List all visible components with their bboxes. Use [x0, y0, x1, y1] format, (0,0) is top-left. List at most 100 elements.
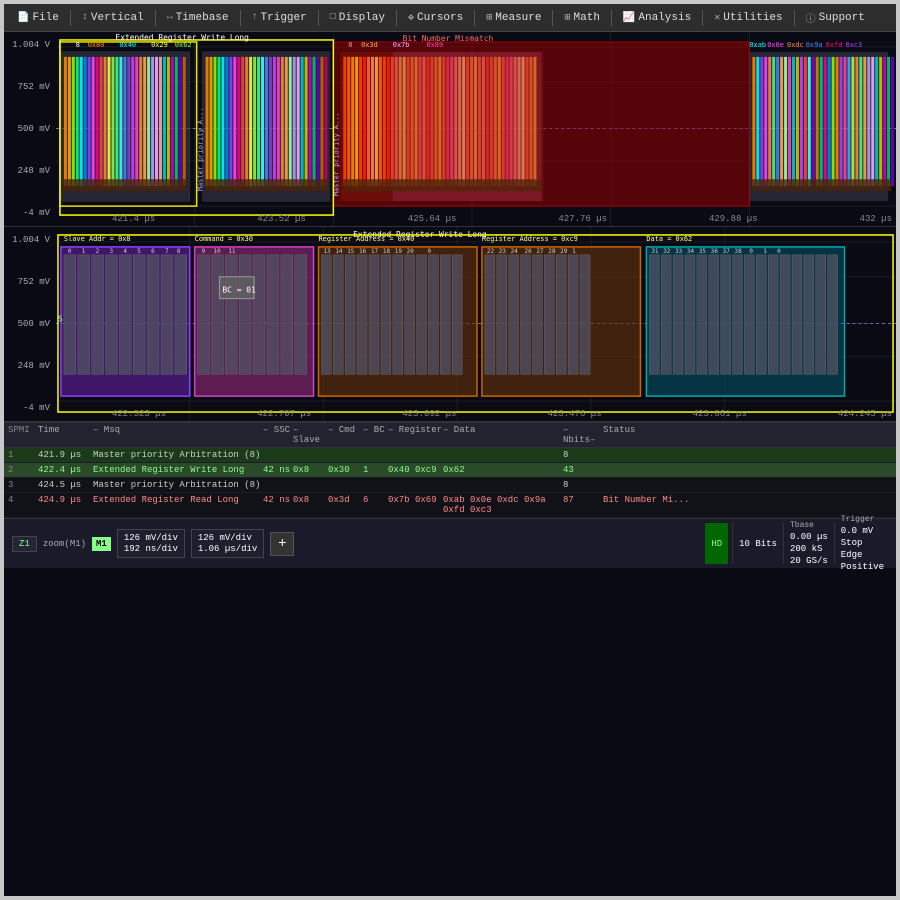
svg-text:31: 31: [651, 248, 659, 255]
svg-text:13: 13: [323, 248, 331, 255]
menu-support[interactable]: ⓘ Support: [799, 8, 872, 28]
y-label-0: 1.004 V: [6, 40, 54, 50]
cell-data-4: 0xab 0x0e 0xdc 0x9a 0xfd 0xc3: [443, 495, 563, 515]
menu-sep-5: [396, 10, 397, 26]
y-label-l2: 500 mV: [6, 319, 54, 329]
svg-text:10: 10: [214, 248, 222, 255]
cell-msq-4: Extended Register Read Long: [93, 495, 263, 515]
menu-math[interactable]: ⊞ Math: [557, 10, 606, 26]
add-channel-button[interactable]: +: [270, 532, 294, 556]
waveform-canvas-upper: 8 0x80 0x40 0x29 0x62 8 0x3d 0x7b 0x89 B…: [56, 32, 896, 226]
svg-text:37: 37: [723, 248, 731, 255]
menu-file[interactable]: 📄 File: [10, 10, 66, 26]
table-row[interactable]: 3 424.5 µs Master priority Arbitration (…: [4, 478, 896, 493]
trigger-group: Trigger 0.0 mV Stop Edge Positive: [834, 523, 890, 564]
menu-trigger[interactable]: ↑ Trigger: [245, 10, 314, 26]
inner-frame: 📄 File ↕ Vertical ↔ Timebase ↑ Trigger □…: [4, 4, 896, 896]
menubar: 📄 File ↕ Vertical ↔ Timebase ↑ Trigger □…: [4, 4, 896, 32]
menu-timebase[interactable]: ↔ Timebase: [160, 10, 236, 26]
cell-time-4: 424.9 µs: [38, 495, 93, 515]
status-bar: Z1 zoom(M1) M1 126 mV/div 192 ns/div 126…: [4, 518, 896, 568]
svg-text:1: 1: [572, 248, 576, 255]
support-icon: ⓘ: [806, 10, 816, 26]
menu-sep-7: [552, 10, 553, 26]
cell-status-4: Bit Number Mi...: [603, 495, 892, 515]
svg-text:Master priority A...: Master priority A...: [197, 107, 205, 191]
svg-text:0x62: 0x62: [175, 41, 192, 49]
trigger-icon: ↑: [252, 12, 258, 23]
zoom-m1-badge: M1: [92, 537, 111, 551]
cell-nbits-4: 87: [563, 495, 603, 515]
cell-bc-3: [363, 480, 388, 490]
menu-vertical[interactable]: ↕ Vertical: [75, 10, 151, 26]
y-label-l3: 248 mV: [6, 361, 54, 371]
svg-text:1: 1: [763, 248, 767, 255]
svg-text:14: 14: [335, 248, 343, 255]
col-header-ssc: – SSC: [263, 425, 293, 445]
status-right: HD 10 Bits Tbase 0.00 µs 200 kS 20 GS/s …: [699, 519, 896, 568]
measure-icon: ⊞: [486, 12, 492, 24]
hd-badge: HD: [705, 523, 728, 564]
col-header-spmi: SPMI: [8, 425, 38, 445]
col-header-cmd: – Cmd: [328, 425, 363, 445]
menu-sep-10: [794, 10, 795, 26]
ch-vdiv-1: 126 mV/div: [124, 533, 178, 543]
table-row[interactable]: 2 422.4 µs Extended Register Write Long …: [4, 463, 896, 478]
y-label-l1: 752 mV: [6, 277, 54, 287]
svg-text:0xfd: 0xfd: [826, 41, 843, 49]
svg-text:34: 34: [687, 248, 695, 255]
y-label-l4: -4 mV: [6, 403, 54, 413]
edge-label: Edge: [841, 550, 884, 560]
outer-frame: 📄 File ↕ Vertical ↔ Timebase ↑ Trigger □…: [0, 0, 900, 900]
col-header-status: Status: [603, 425, 892, 445]
table-row[interactable]: 1 421.9 µs Master priority Arbitration (…: [4, 448, 896, 463]
svg-text:8: 8: [76, 41, 80, 49]
svg-text:38: 38: [735, 248, 743, 255]
tbase-label: Tbase: [790, 521, 828, 530]
menu-cursors[interactable]: ✥ Cursors: [401, 10, 470, 26]
menu-sep-2: [155, 10, 156, 26]
y-label-l0: 1.004 V: [6, 235, 54, 245]
svg-text:7: 7: [165, 248, 169, 255]
svg-text:26: 26: [525, 248, 533, 255]
svg-text:23: 23: [499, 248, 507, 255]
svg-text:0x0e: 0x0e: [767, 41, 784, 49]
menu-utilities[interactable]: ✕ Utilities: [707, 10, 789, 26]
menu-display[interactable]: □ Display: [323, 10, 392, 26]
cell-msq-3: Master priority Arbitration (8): [93, 480, 263, 490]
svg-text:5: 5: [137, 248, 141, 255]
cell-status-2: [603, 465, 892, 475]
svg-text:19: 19: [395, 248, 403, 255]
col-header-time: Time: [38, 425, 93, 445]
svg-text:11: 11: [228, 248, 236, 255]
menu-measure[interactable]: ⊞ Measure: [479, 10, 548, 26]
menu-sep-8: [611, 10, 612, 26]
cell-slave-4: 0x8: [293, 495, 328, 515]
menu-analysis[interactable]: 📈 Analysis: [616, 10, 698, 26]
table-row[interactable]: 4 424.9 µs Extended Register Read Long 4…: [4, 493, 896, 518]
y-axis-lower: 1.004 V 752 mV 500 mV 248 mV -4 mV: [4, 227, 56, 421]
cell-cmd-2: 0x30: [328, 465, 363, 475]
menu-sep-6: [474, 10, 475, 26]
menu-sep-1: [70, 10, 71, 26]
cell-bc-4: 6: [363, 495, 388, 515]
cell-time-3: 424.5 µs: [38, 480, 93, 490]
svg-text:20: 20: [407, 248, 415, 255]
waveform-canvas-lower: 0 1 2 3 4 5 6 7 8 Slave Addr = 0x8 S: [56, 227, 896, 421]
svg-text:9: 9: [202, 248, 206, 255]
cell-data-1: [443, 450, 563, 460]
svg-text:16: 16: [359, 248, 367, 255]
svg-text:0xc3: 0xc3: [845, 41, 862, 49]
col-header-data: – Data: [443, 425, 563, 445]
svg-text:Bit Number Mismatch: Bit Number Mismatch: [403, 34, 494, 43]
cell-cmd-4: 0x3d: [328, 495, 363, 515]
svg-text:Data = 0x62: Data = 0x62: [646, 235, 692, 243]
cell-status-3: [603, 480, 892, 490]
svg-text:6: 6: [151, 248, 155, 255]
cell-time-1: 421.9 µs: [38, 450, 93, 460]
positive-label: Positive: [841, 562, 884, 572]
ch-nsDiv-2: 1.06 µs/div: [198, 544, 257, 554]
svg-text:0x80: 0x80: [88, 41, 105, 49]
status-left: Z1 zoom(M1) M1 126 mV/div 192 ns/div 126…: [4, 519, 699, 568]
display-icon: □: [330, 12, 336, 23]
